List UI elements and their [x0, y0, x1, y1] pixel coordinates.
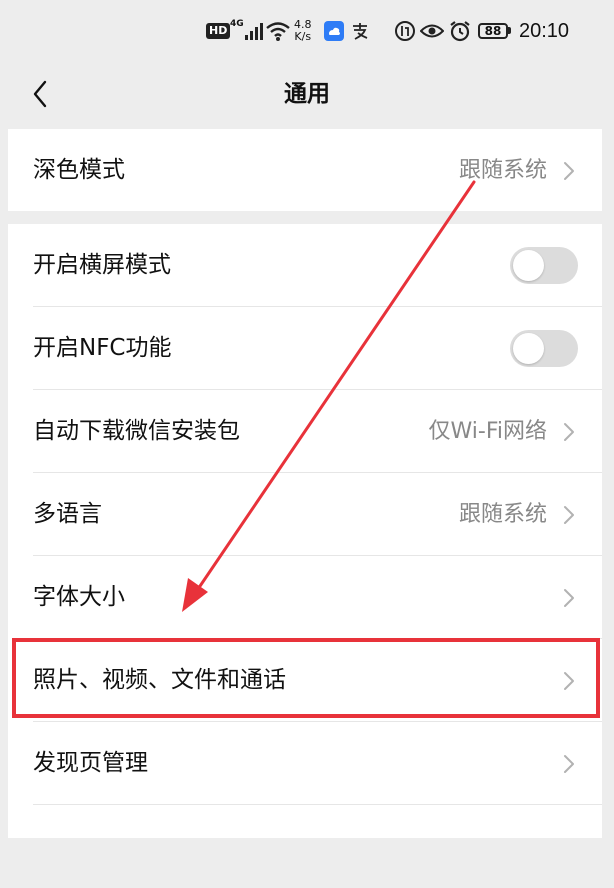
discover-manage-row[interactable]: 发现页管理: [8, 722, 602, 805]
next-row-partial[interactable]: [8, 805, 602, 888]
discover-manage-label: 发现页管理: [33, 750, 148, 776]
font-size-row[interactable]: 字体大小: [8, 556, 602, 639]
chevron-right-icon: [564, 423, 574, 441]
hd-indicator: HD: [206, 0, 231, 62]
nfc-toggle[interactable]: [510, 330, 578, 367]
eye-comfort-indicator: [420, 0, 444, 62]
landscape-row: 开启横屏模式: [8, 224, 602, 307]
chevron-right-icon: [564, 589, 574, 607]
battery-level: 88: [478, 23, 508, 39]
battery-tip: [508, 27, 511, 34]
nfc-row: 开启NFC功能: [8, 307, 602, 390]
alarm-indicator: [449, 0, 471, 62]
data-saver-indicator: [394, 0, 416, 62]
dark-mode-row[interactable]: 深色模式 跟随系统: [8, 129, 602, 211]
chevron-right-icon: [564, 755, 574, 773]
chevron-right-icon: [564, 506, 574, 524]
landscape-label: 开启横屏模式: [33, 252, 171, 278]
cloud-app-icon: [324, 21, 344, 41]
dark-mode-value: 跟随系统: [458, 158, 547, 183]
media-files-calls-label: 照片、视频、文件和通话: [33, 667, 286, 693]
cloud-app-indicator: [324, 0, 344, 62]
font-size-label: 字体大小: [33, 584, 125, 610]
nfc-label: 开启NFC功能: [33, 335, 172, 361]
battery-indicator: 88: [478, 0, 511, 62]
toggle-knob: [513, 333, 544, 364]
cell-signal: 4G: [230, 0, 266, 62]
hd-badge: HD: [206, 23, 231, 39]
chevron-left-icon: [33, 80, 47, 108]
wifi-indicator: [265, 0, 291, 62]
settings-group-general: 开启横屏模式 开启NFC功能 自动下载微信安装包 仅Wi-Fi网络 多语言 跟随…: [8, 224, 602, 838]
alipay-icon: [353, 23, 368, 40]
chevron-right-icon: [564, 162, 574, 180]
auto-download-label: 自动下载微信安装包: [33, 418, 240, 444]
auto-download-row[interactable]: 自动下载微信安装包 仅Wi-Fi网络: [8, 390, 602, 473]
net-speed-unit: K/s: [294, 30, 312, 43]
nav-bar: 通用: [0, 62, 614, 126]
status-bar: HD 4G 4.8 K/s 88 20:10: [0, 0, 614, 62]
network-type: 4G: [230, 19, 244, 29]
alipay-indicator: [350, 0, 370, 62]
page-title: 通用: [284, 81, 330, 107]
eye-icon: [420, 24, 444, 38]
cell-signal-icon: [244, 23, 263, 40]
settings-group-display: 深色模式 跟随系统: [8, 129, 602, 211]
back-button[interactable]: [20, 74, 60, 114]
wifi-icon: [266, 22, 290, 41]
language-value: 跟随系统: [458, 502, 547, 527]
auto-download-value: 仅Wi-Fi网络: [428, 419, 548, 444]
toggle-knob: [513, 250, 544, 281]
data-saver-icon: [395, 21, 415, 41]
landscape-toggle[interactable]: [510, 247, 578, 284]
language-row[interactable]: 多语言 跟随系统: [8, 473, 602, 556]
dark-mode-label: 深色模式: [33, 157, 125, 183]
status-time: 20:10: [519, 19, 570, 42]
chevron-right-icon: [564, 672, 574, 690]
net-speed: 4.8 K/s: [294, 0, 312, 62]
media-files-calls-row[interactable]: 照片、视频、文件和通话: [8, 639, 602, 722]
alarm-clock-icon: [450, 21, 470, 42]
language-label: 多语言: [33, 501, 102, 527]
